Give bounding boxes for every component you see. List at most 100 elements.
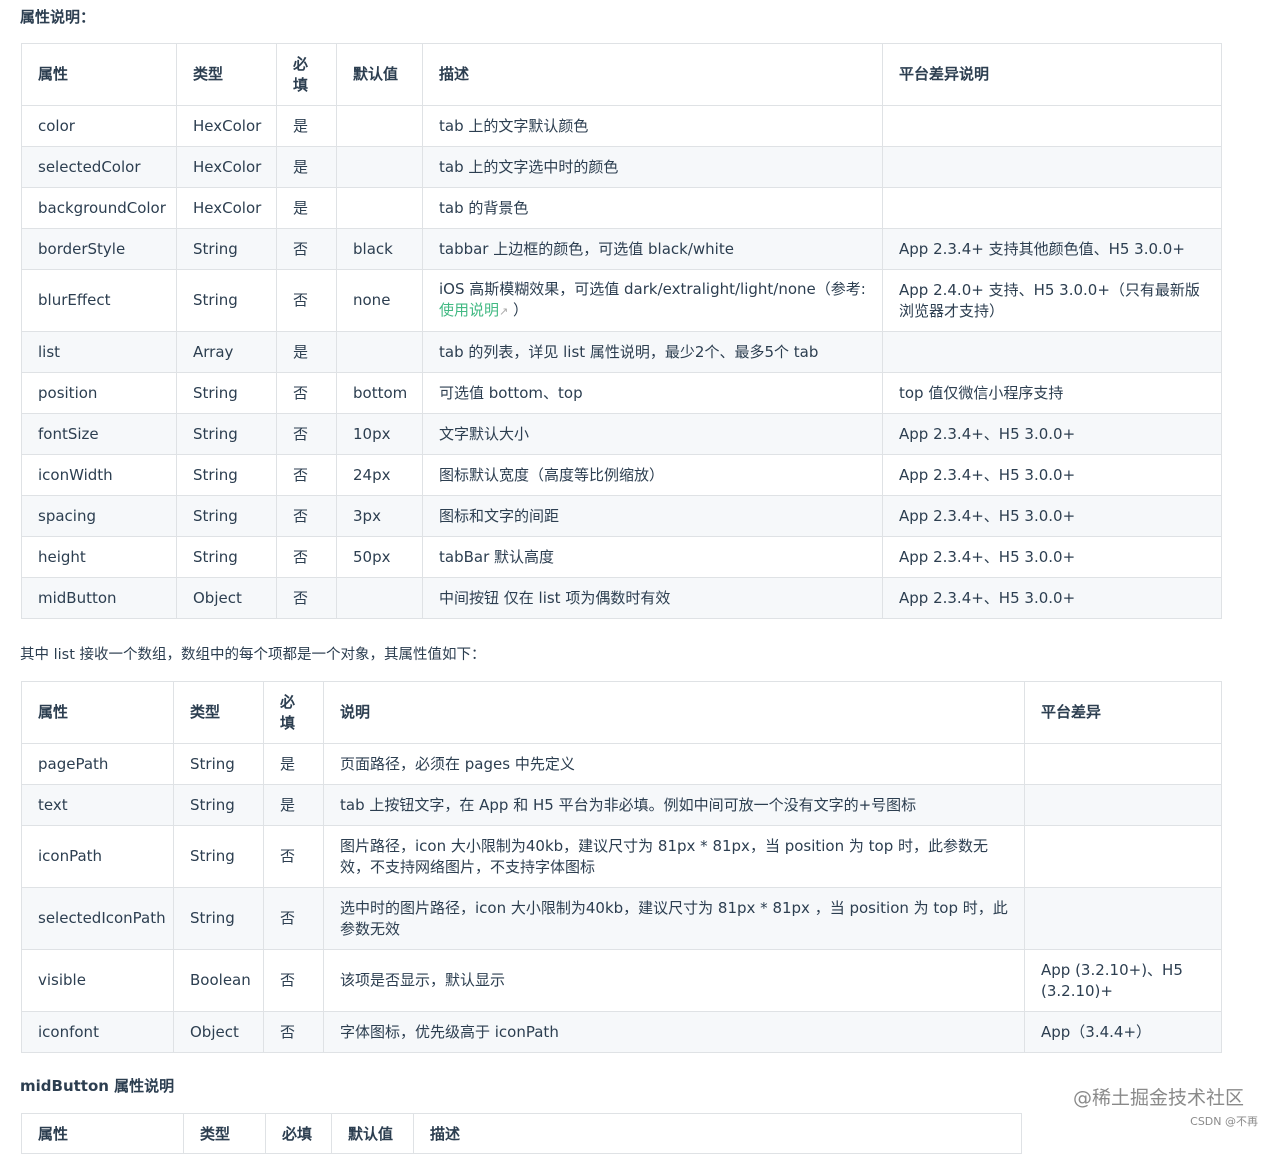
attributes-table: 属性 类型 必填 默认值 描述 平台差异说明 color HexColor 是 …	[21, 43, 1222, 619]
header-cell: 属性	[21, 1113, 184, 1154]
table-row: height String 否 50px tabBar 默认高度 App 2.3…	[21, 536, 1222, 578]
header-cell: 平台差异说明	[882, 43, 1222, 106]
section-title-attributes: 属性说明：	[20, 8, 96, 26]
table-row: pagePath String 是 页面路径，必须在 pages 中先定义	[21, 743, 1222, 785]
table-row: iconPath String 否 图片路径，icon 大小限制为40kb，建议…	[21, 825, 1222, 888]
header-cell: 必填	[276, 43, 337, 106]
cell-name: height	[21, 536, 177, 578]
cell-default: 50px	[336, 536, 423, 578]
list-intro-text: 其中 list 接收一个数组，数组中的每个项都是一个对象，其属性值如下：	[20, 647, 486, 663]
cell-required: 否	[263, 1011, 324, 1053]
cell-type: String	[173, 887, 264, 950]
cell-type: Object	[176, 577, 277, 619]
cell-platform	[1024, 784, 1222, 826]
header-cell: 描述	[413, 1113, 1022, 1154]
desc-text: iOS 高斯模糊效果，可选值 dark/extralight/light/non…	[439, 280, 866, 298]
cell-desc: tab 的列表，详见 list 属性说明，最少2个、最多5个 tab	[422, 331, 883, 373]
table-row: backgroundColor HexColor 是 tab 的背景色	[21, 187, 1222, 229]
section-title-midbutton: midButton 属性说明	[20, 1077, 175, 1095]
cell-name: blurEffect	[21, 269, 177, 332]
cell-required: 是	[276, 105, 337, 147]
cell-required: 是	[276, 331, 337, 373]
usage-link[interactable]: 使用说明	[439, 301, 499, 319]
cell-platform	[1024, 887, 1222, 950]
desc-text-end: ）	[513, 301, 529, 319]
cell-type: String	[176, 228, 277, 270]
watermark: @稀土掘金技术社区	[1072, 1087, 1244, 1109]
cell-default: none	[336, 269, 423, 332]
cell-platform: App 2.4.0+ 支持、H5 3.0.0+（只有最新版浏览器才支持）	[882, 269, 1222, 332]
table-row: iconfont Object 否 字体图标，优先级高于 iconPath Ap…	[21, 1011, 1222, 1053]
header-cell: 类型	[176, 43, 277, 106]
cell-platform: App (3.2.10+)、H5 (3.2.10)+	[1024, 949, 1222, 1012]
header-cell: 属性	[21, 43, 177, 106]
header-cell: 属性	[21, 681, 174, 744]
watermark-small: CSDN @不再	[1190, 1115, 1258, 1128]
table-row: midButton Object 否 中间按钮 仅在 list 项为偶数时有效 …	[21, 577, 1222, 619]
cell-default: black	[336, 228, 423, 270]
cell-required: 否	[276, 413, 337, 455]
cell-required: 否	[263, 949, 324, 1012]
cell-required: 否	[276, 495, 337, 537]
cell-type: HexColor	[176, 105, 277, 147]
cell-required: 否	[276, 454, 337, 496]
cell-name: list	[21, 331, 177, 373]
cell-desc: tab 上的文字选中时的颜色	[422, 146, 883, 188]
cell-type: Boolean	[173, 949, 264, 1012]
cell-type: String	[176, 413, 277, 455]
header-cell: 默认值	[336, 43, 423, 106]
table-row: iconWidth String 否 24px 图标默认宽度（高度等比例缩放） …	[21, 454, 1222, 496]
header-cell: 说明	[323, 681, 1025, 744]
cell-default	[336, 105, 423, 147]
cell-name: iconWidth	[21, 454, 177, 496]
cell-platform	[882, 331, 1222, 373]
cell-default	[336, 146, 423, 188]
cell-required: 否	[276, 269, 337, 332]
cell-type: String	[176, 495, 277, 537]
cell-desc: tabBar 默认高度	[422, 536, 883, 578]
cell-platform: App 2.3.4+、H5 3.0.0+	[882, 577, 1222, 619]
cell-desc: 图标和文字的间距	[422, 495, 883, 537]
cell-required: 是	[263, 784, 324, 826]
cell-type: String	[173, 784, 264, 826]
cell-platform: App（3.4.4+）	[1024, 1011, 1222, 1053]
header-cell: 平台差异	[1024, 681, 1222, 744]
table-header-row: 属性 类型 必填 默认值 描述 平台差异说明	[21, 43, 1222, 106]
header-cell: 必填	[265, 1113, 332, 1154]
cell-platform	[1024, 743, 1222, 785]
cell-required: 否	[276, 228, 337, 270]
cell-platform: App 2.3.4+、H5 3.0.0+	[882, 454, 1222, 496]
header-cell: 类型	[173, 681, 264, 744]
cell-desc: 文字默认大小	[422, 413, 883, 455]
cell-platform	[882, 146, 1222, 188]
cell-desc: iOS 高斯模糊效果，可选值 dark/extralight/light/non…	[422, 269, 883, 332]
cell-name: color	[21, 105, 177, 147]
table-header-row: 属性 类型 必填 说明 平台差异	[21, 681, 1222, 744]
table-row: selectedColor HexColor 是 tab 上的文字选中时的颜色	[21, 146, 1222, 188]
cell-type: String	[173, 743, 264, 785]
cell-required: 否	[276, 536, 337, 578]
cell-required: 是	[276, 187, 337, 229]
cell-name: pagePath	[21, 743, 174, 785]
cell-default: bottom	[336, 372, 423, 414]
cell-type: HexColor	[176, 146, 277, 188]
header-cell: 默认值	[331, 1113, 414, 1154]
cell-desc: tab 上的文字默认颜色	[422, 105, 883, 147]
cell-desc: 中间按钮 仅在 list 项为偶数时有效	[422, 577, 883, 619]
cell-type: String	[176, 454, 277, 496]
cell-type: String	[176, 372, 277, 414]
cell-desc: 该项是否显示，默认显示	[323, 949, 1025, 1012]
cell-platform: App 2.3.4+、H5 3.0.0+	[882, 413, 1222, 455]
cell-required: 否	[263, 825, 324, 888]
cell-platform: top 值仅微信小程序支持	[882, 372, 1222, 414]
header-cell: 类型	[183, 1113, 266, 1154]
cell-platform: App 2.3.4+、H5 3.0.0+	[882, 495, 1222, 537]
cell-required: 否	[263, 887, 324, 950]
cell-platform	[882, 187, 1222, 229]
cell-type: String	[173, 825, 264, 888]
cell-name: spacing	[21, 495, 177, 537]
cell-default	[336, 331, 423, 373]
cell-desc: 字体图标，优先级高于 iconPath	[323, 1011, 1025, 1053]
cell-name: selectedColor	[21, 146, 177, 188]
table-row: selectedIconPath String 否 选中时的图片路径，icon …	[21, 887, 1222, 950]
